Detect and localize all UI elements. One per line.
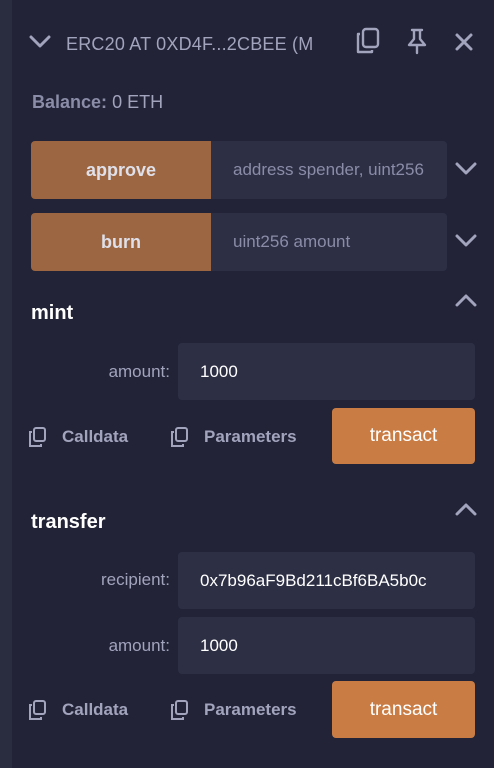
copy-icon[interactable]	[354, 26, 382, 56]
burn-button[interactable]: burn	[31, 213, 211, 271]
calldata-label: Calldata	[62, 700, 129, 719]
approve-button[interactable]: approve	[31, 141, 211, 199]
transfer-amount-input[interactable]: 1000	[178, 617, 475, 674]
copy-icon	[170, 699, 190, 721]
expand-approve-chevron-icon[interactable]	[452, 157, 480, 181]
close-icon[interactable]	[452, 30, 476, 54]
parameters-label: Parameters	[204, 700, 297, 719]
transfer-parameters-button[interactable]: Parameters	[170, 699, 297, 721]
transfer-transact-button[interactable]: transact	[332, 681, 475, 738]
transfer-amount-label: amount:	[108, 636, 170, 655]
collapse-transfer-chevron-icon[interactable]	[452, 497, 480, 521]
transfer-title: transfer	[31, 511, 106, 533]
transfer-recipient-label: recipient:	[101, 570, 170, 589]
parameters-label: Parameters	[204, 427, 297, 446]
calldata-label: Calldata	[62, 427, 129, 446]
transfer-calldata-button[interactable]: Calldata	[28, 699, 128, 721]
contract-header: ERC20 AT 0XD4F...2CBEE (M	[12, 0, 494, 84]
burn-args-input[interactable]: uint256 amount	[211, 213, 447, 271]
balance-label: Balance:	[32, 92, 108, 112]
balance-value: 0 ETH	[112, 92, 164, 112]
copy-icon	[28, 426, 48, 448]
mint-transact-button[interactable]: transact	[332, 408, 475, 464]
balance: Balance: 0 ETH	[32, 90, 163, 114]
transfer-recipient-input[interactable]: 0x7b96aF9Bd211cBf6BA5b0c	[178, 552, 475, 609]
collapse-mint-chevron-icon[interactable]	[452, 288, 480, 312]
mint-amount-input[interactable]: 1000	[178, 343, 475, 400]
mint-calldata-button[interactable]: Calldata	[28, 426, 128, 448]
chevron-down-icon[interactable]	[26, 30, 54, 54]
copy-icon	[28, 699, 48, 721]
pin-icon[interactable]	[403, 26, 431, 56]
contract-panel: ERC20 AT 0XD4F...2CBEE (M Balance: 0 ETH…	[12, 0, 494, 768]
mint-title: mint	[31, 302, 74, 324]
mint-amount-label: amount:	[108, 362, 170, 381]
approve-args-input[interactable]: address spender, uint256	[211, 141, 447, 199]
expand-burn-chevron-icon[interactable]	[452, 229, 480, 253]
contract-title: ERC20 AT 0XD4F...2CBEE (M	[66, 34, 314, 54]
copy-icon	[170, 426, 190, 448]
mint-parameters-button[interactable]: Parameters	[170, 426, 297, 448]
